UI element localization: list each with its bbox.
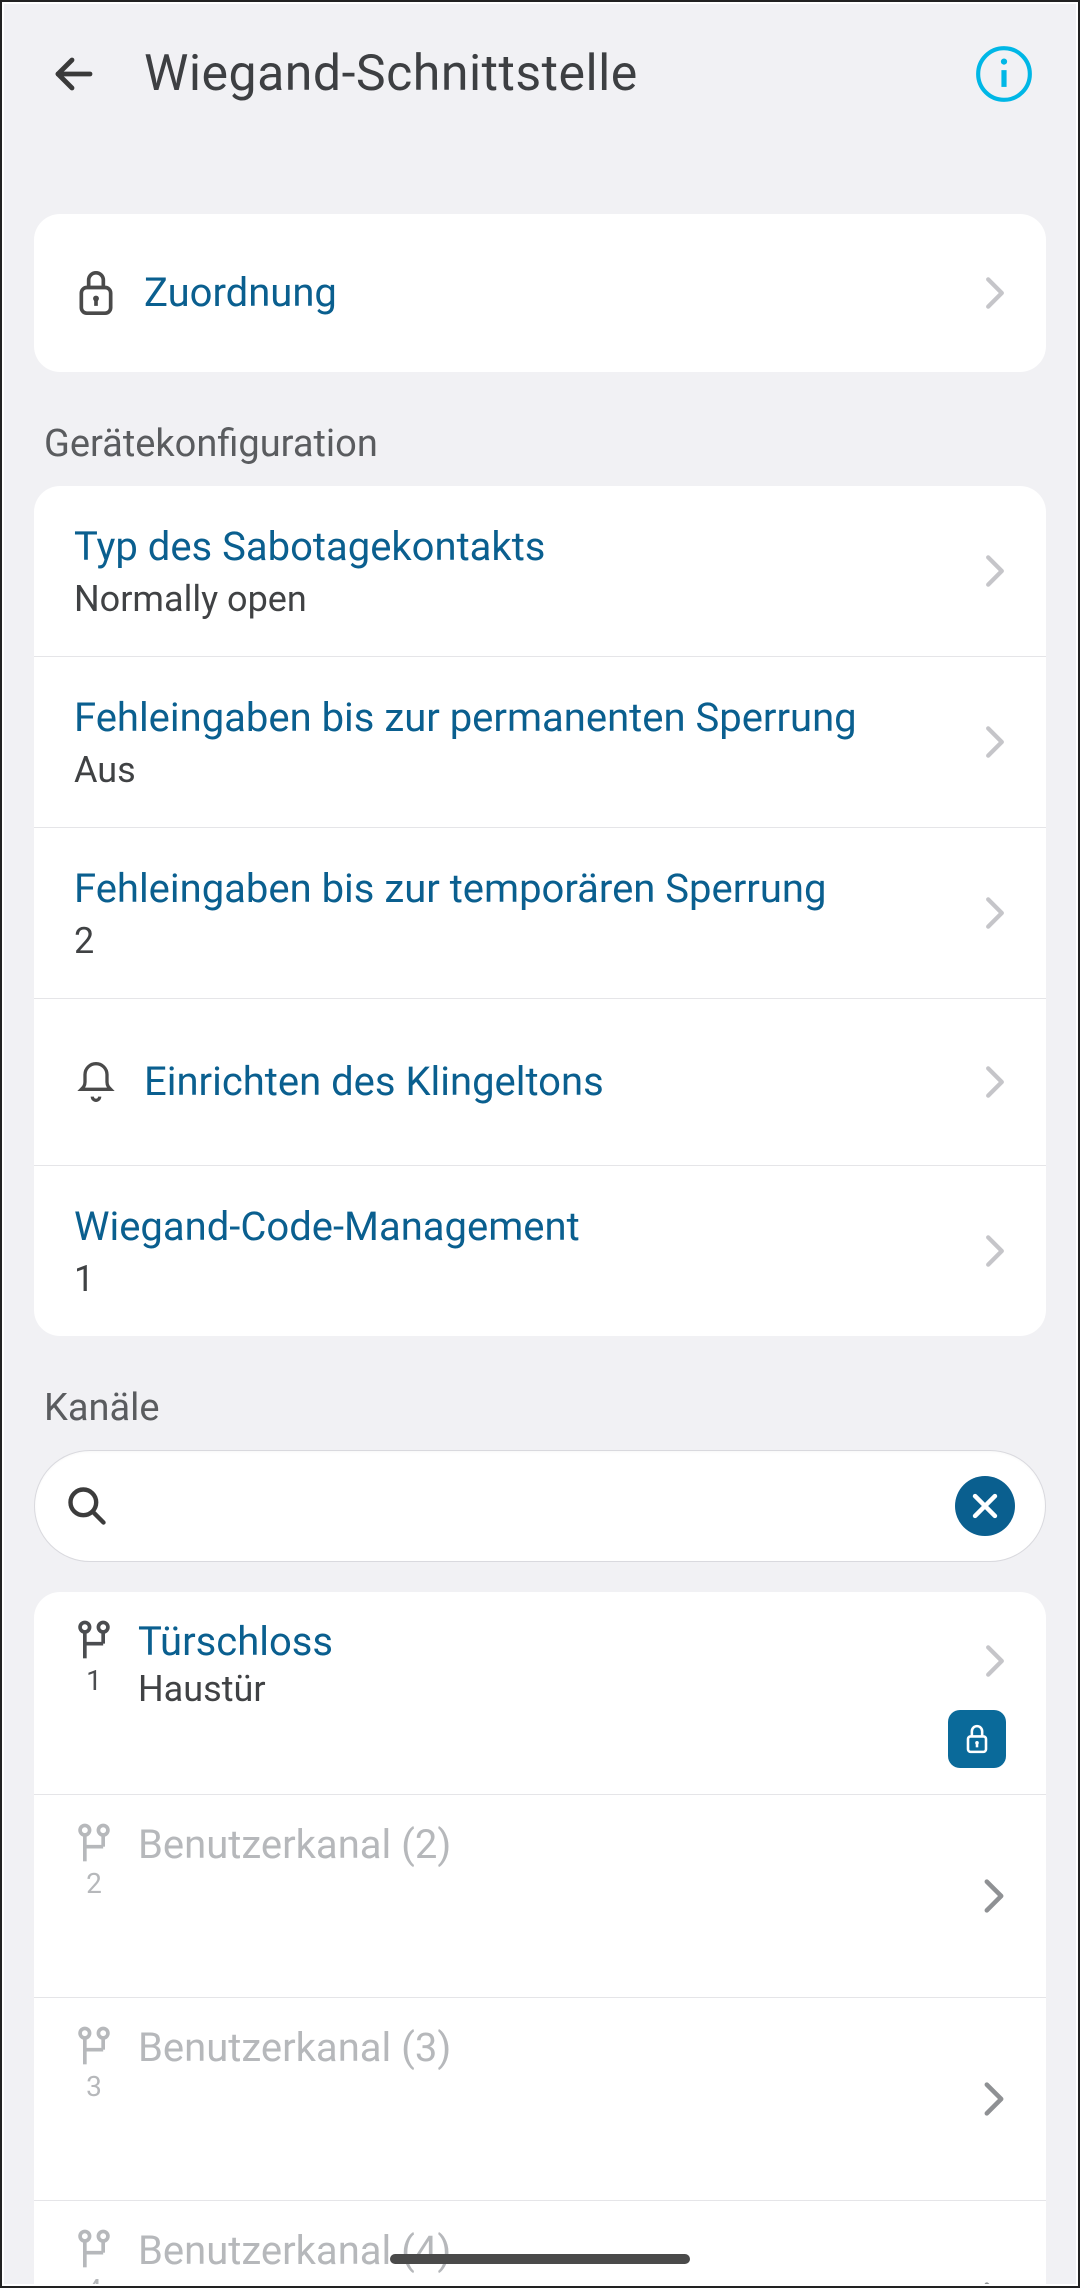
channel-row[interactable]: 3 Benutzerkanal (3): [34, 1997, 1046, 2200]
config-value: Normally open: [74, 578, 964, 620]
config-label: Einrichten des Klingeltons: [144, 1057, 964, 1107]
channel-number: 1: [86, 1664, 102, 1697]
channel-row[interactable]: 1 Türschloss Haustür: [34, 1592, 1046, 1794]
home-indicator: [390, 2254, 690, 2264]
config-row-temporary-lock[interactable]: Fehleingaben bis zur temporären Sperrung…: [34, 827, 1046, 998]
arrow-left-icon: [50, 50, 98, 98]
assignment-row[interactable]: Zuordnung: [34, 214, 1046, 372]
chevron-right-icon: [984, 276, 1006, 310]
config-label: Typ des Sabotagekontakts: [74, 522, 964, 572]
chevron-right-icon: [984, 1065, 1006, 1099]
chevron-right-icon: [982, 1878, 1006, 1914]
search-input[interactable]: [109, 1485, 955, 1528]
channel-icon: [72, 1821, 116, 1865]
channel-icon: [72, 1618, 116, 1662]
channel-subtitle: Haustür: [138, 1668, 333, 1710]
config-row-wiegand-code[interactable]: Wiegand-Code-Management 1: [34, 1165, 1046, 1336]
bell-icon: [74, 1058, 118, 1106]
chevron-right-icon: [984, 1234, 1006, 1268]
config-label: Fehleingaben bis zur temporären Sperrung: [74, 864, 964, 914]
lock-badge: [948, 1710, 1006, 1768]
lock-icon: [74, 267, 118, 319]
channel-icon: [72, 2024, 116, 2068]
channel-row[interactable]: 4 Benutzerkanal (4): [34, 2200, 1046, 2284]
chevron-right-icon: [984, 725, 1006, 759]
info-button[interactable]: [972, 42, 1036, 106]
header: Wiegand-Schnittstelle: [4, 4, 1076, 144]
channel-number: 2: [86, 1867, 102, 1900]
channel-title: Benutzerkanal (2): [138, 1821, 451, 1869]
chevron-right-icon: [984, 896, 1006, 930]
config-label: Wiegand-Code-Management: [74, 1202, 964, 1252]
chevron-right-icon: [984, 554, 1006, 588]
config-row-permanent-lock[interactable]: Fehleingaben bis zur permanenten Sperrun…: [34, 656, 1046, 827]
info-icon: [973, 43, 1035, 105]
close-icon: [968, 1489, 1002, 1523]
channel-title: Benutzerkanal (4): [138, 2227, 451, 2275]
back-button[interactable]: [44, 44, 104, 104]
channel-title: Benutzerkanal (3): [138, 2024, 451, 2072]
section-title-device-config: Gerätekonfiguration: [44, 422, 1076, 466]
search-icon: [65, 1484, 109, 1528]
chevron-right-icon: [982, 2081, 1006, 2117]
assignment-label: Zuordnung: [144, 268, 964, 318]
config-label: Fehleingaben bis zur permanenten Sperrun…: [74, 693, 964, 743]
channel-icon: [72, 2227, 116, 2271]
config-row-tamper-type[interactable]: Typ des Sabotagekontakts Normally open: [34, 486, 1046, 656]
channel-row[interactable]: 2 Benutzerkanal (2): [34, 1794, 1046, 1997]
channel-search[interactable]: [34, 1450, 1046, 1562]
lock-icon: [961, 1721, 993, 1757]
chevron-right-icon: [984, 1644, 1006, 1678]
config-value: 2: [74, 920, 964, 962]
channel-number: 3: [86, 2070, 102, 2103]
section-title-channels: Kanäle: [44, 1386, 1076, 1430]
channel-number: 4: [86, 2273, 102, 2284]
config-value: 1: [74, 1258, 964, 1300]
channel-title: Türschloss: [138, 1618, 333, 1666]
chevron-right-icon: [982, 2281, 1006, 2284]
config-value: Aus: [74, 749, 964, 791]
clear-search-button[interactable]: [955, 1476, 1015, 1536]
page-title: Wiegand-Schnittstelle: [144, 45, 972, 103]
config-row-ringtone[interactable]: Einrichten des Klingeltons: [34, 998, 1046, 1165]
